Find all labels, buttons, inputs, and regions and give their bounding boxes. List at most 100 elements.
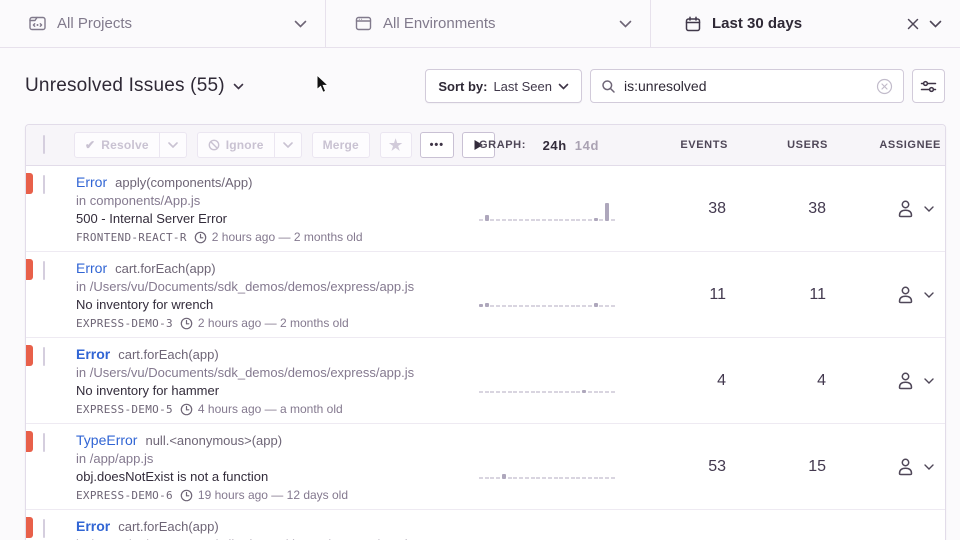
user-icon — [895, 456, 916, 477]
issue-function: cart.forEach(app) — [118, 519, 218, 534]
issue-age: 2 hours ago — 2 months old — [180, 316, 349, 330]
issue-project-slug: EXPRESS-DEMO-6 — [76, 489, 173, 502]
issues-table: ✔ Resolve Ignore Merge — [25, 124, 946, 540]
project-selector[interactable]: All Projects — [0, 0, 325, 47]
assignee-dropdown[interactable] — [837, 456, 947, 477]
issue-age-text: 2 hours ago — 2 months old — [198, 316, 349, 330]
issue-checkbox[interactable] — [43, 347, 45, 366]
issue-message: No inventory for wrench — [76, 297, 467, 312]
issue-location: in /Users/vu/Documents/sdk_demos/demos/e… — [76, 365, 467, 380]
environment-selector-label: All Environments — [383, 15, 496, 32]
issues-toolbar: ✔ Resolve Ignore Merge — [74, 132, 477, 158]
graph-14d-toggle[interactable]: 14d — [575, 138, 599, 153]
chevron-down-icon — [294, 20, 307, 28]
events-sparkline — [479, 455, 615, 479]
issue-summary: Error cart.forEach(app) in /Users/vu/Doc… — [74, 252, 477, 330]
issue-message: 500 - Internal Server Error — [76, 211, 467, 226]
clock-icon — [180, 403, 193, 416]
error-level-indicator — [26, 517, 33, 538]
issue-row[interactable]: Error apply(components/App) in component… — [26, 166, 945, 252]
issue-row[interactable]: Error cart.forEach(app) in /Users/vu/Doc… — [26, 338, 945, 424]
issue-checkbox[interactable] — [43, 261, 45, 280]
issues-title-dropdown[interactable]: Unresolved Issues (55) — [25, 75, 244, 97]
error-level-indicator — [26, 431, 33, 452]
issues-header: Unresolved Issues (55) Sort by: Last See… — [0, 48, 960, 124]
assignee-dropdown[interactable] — [837, 198, 947, 219]
issue-title-link[interactable]: Error — [76, 260, 107, 276]
issue-age-text: 2 hours ago — 2 months old — [212, 230, 363, 244]
mute-icon — [208, 139, 220, 151]
ignore-dropdown-button[interactable] — [275, 132, 302, 158]
issue-function: cart.forEach(app) — [118, 347, 218, 362]
projects-icon — [28, 14, 47, 33]
more-actions-button[interactable]: ••• — [420, 132, 455, 158]
issue-summary: Error cart.forEach(app) in /Users/vu/Doc… — [74, 338, 477, 416]
issue-message: No inventory for hammer — [76, 383, 467, 398]
calendar-icon — [684, 15, 702, 33]
environments-icon — [354, 14, 373, 33]
project-selector-label: All Projects — [57, 15, 132, 32]
events-sparkline — [479, 369, 615, 393]
issue-title-link[interactable]: Error — [76, 518, 110, 534]
issue-checkbox[interactable] — [43, 519, 45, 538]
search-input[interactable] — [624, 78, 868, 94]
issue-title-link[interactable]: TypeError — [76, 432, 137, 448]
issue-search-box — [590, 69, 904, 103]
global-filter-bar: All Projects All Environments La — [0, 0, 960, 48]
graph-24h-toggle[interactable]: 24h — [543, 138, 567, 153]
merge-button[interactable]: Merge — [312, 132, 370, 158]
issue-age-text: 19 hours ago — 12 days old — [198, 488, 348, 502]
ellipsis-icon: ••• — [430, 139, 445, 151]
chevron-down-icon — [619, 20, 632, 28]
resolve-dropdown-button[interactable] — [160, 132, 187, 158]
error-level-indicator — [26, 259, 33, 280]
issue-summary: Error apply(components/App) in component… — [74, 166, 477, 244]
issue-project-slug: EXPRESS-DEMO-3 — [76, 317, 173, 330]
sort-by-button[interactable]: Sort by: Last Seen — [425, 69, 582, 103]
issue-message: obj.doesNotExist is not a function — [76, 469, 467, 484]
environment-selector[interactable]: All Environments — [325, 0, 650, 47]
clear-search-icon[interactable] — [876, 78, 893, 95]
users-count: 15 — [737, 458, 837, 476]
issue-summary: Error cart.forEach(app) in /Users/vu/Doc… — [74, 510, 477, 540]
sliders-icon — [920, 79, 937, 94]
issue-location: in /Users/vu/Documents/sdk_demos/demos/e… — [76, 279, 467, 294]
clock-icon — [194, 231, 207, 244]
issue-function: cart.forEach(app) — [115, 261, 215, 276]
chevron-down-icon — [924, 206, 934, 212]
events-column-label: EVENTS — [637, 139, 737, 151]
events-count: 53 — [637, 458, 737, 476]
issues-table-header: ✔ Resolve Ignore Merge — [26, 125, 945, 166]
ignore-button[interactable]: Ignore — [197, 132, 275, 158]
clock-icon — [180, 489, 193, 502]
chevron-down-icon[interactable] — [929, 20, 942, 28]
select-all-checkbox[interactable] — [43, 135, 45, 154]
clear-daterange-icon[interactable] — [907, 18, 919, 30]
error-level-indicator — [26, 173, 33, 194]
issue-title-link[interactable]: Error — [76, 346, 110, 362]
issues-list: Error apply(components/App) in component… — [26, 166, 945, 540]
issue-checkbox[interactable] — [43, 433, 45, 452]
issue-title-link[interactable]: Error — [76, 174, 107, 190]
issue-row[interactable]: TypeError null.<anonymous>(app) in /app/… — [26, 424, 945, 510]
daterange-label: Last 30 days — [712, 15, 802, 32]
graph-column-label: GRAPH: — [479, 139, 526, 151]
daterange-selector[interactable]: Last 30 days — [650, 0, 960, 47]
issue-location: in components/App.js — [76, 193, 467, 208]
issue-age-text: 4 hours ago — a month old — [198, 402, 343, 416]
users-count: 38 — [737, 200, 837, 218]
issue-age: 2 hours ago — 2 months old — [194, 230, 363, 244]
search-icon — [601, 79, 616, 94]
events-count: 38 — [637, 200, 737, 218]
assignee-dropdown[interactable] — [837, 370, 947, 391]
issue-checkbox[interactable] — [43, 175, 45, 194]
resolve-button[interactable]: ✔ Resolve — [74, 132, 160, 158]
issue-row[interactable]: Error cart.forEach(app) in /Users/vu/Doc… — [26, 510, 945, 540]
issue-row[interactable]: Error cart.forEach(app) in /Users/vu/Doc… — [26, 252, 945, 338]
issue-age: 4 hours ago — a month old — [180, 402, 343, 416]
saved-search-filter-button[interactable] — [912, 69, 945, 103]
bookmark-button[interactable]: ★ — [380, 132, 412, 158]
assignee-dropdown[interactable] — [837, 284, 947, 305]
chevron-down-icon — [558, 83, 569, 90]
check-icon: ✔ — [85, 138, 95, 152]
